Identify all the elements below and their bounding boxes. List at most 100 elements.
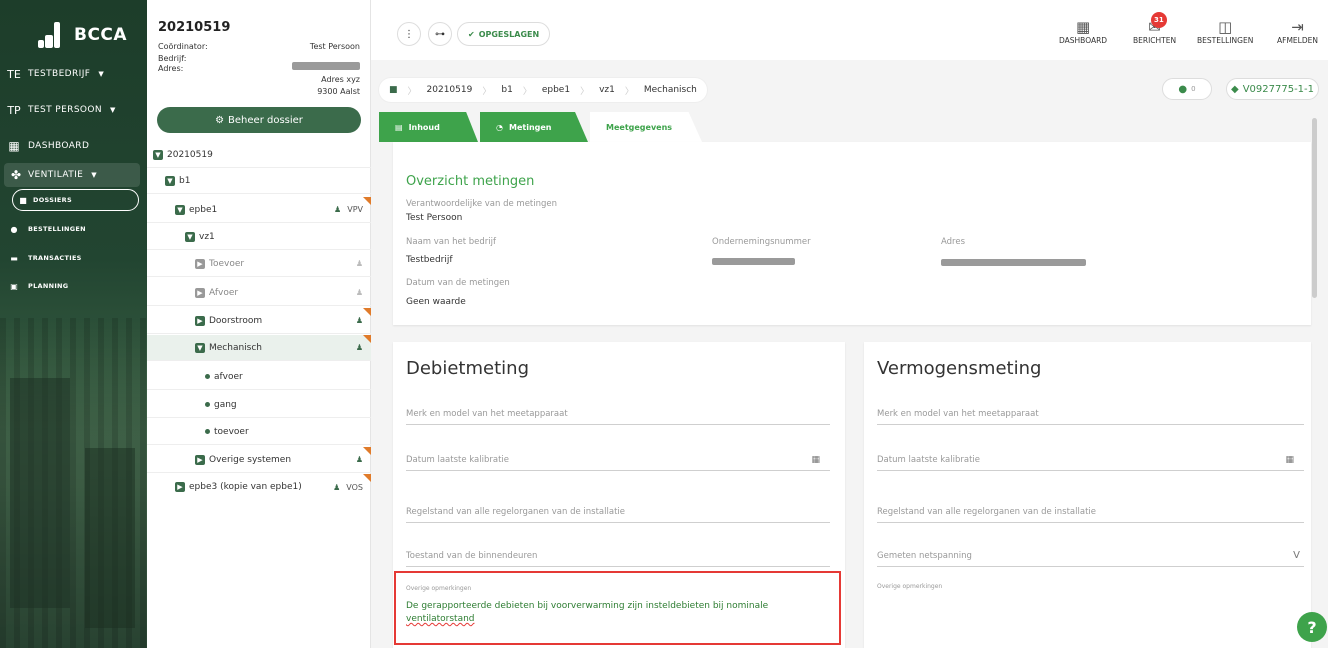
company-label: TESTBEDRIJF xyxy=(28,69,91,79)
breadcrumb-item[interactable]: Mechanisch xyxy=(644,85,697,95)
debiet-regelstand-input[interactable]: Regelstand van alle regelorganen van de … xyxy=(406,501,830,523)
tree-node[interactable]: ▶ Toevoer ♟ xyxy=(147,251,371,277)
tab-inhoud[interactable]: ▤ Inhoud xyxy=(379,112,478,142)
gears-icon: ⚙ xyxy=(215,114,225,126)
field-placeholder: Toestand van de binnendeuren xyxy=(406,550,538,561)
help-button[interactable]: ? xyxy=(1297,612,1327,642)
tree-node[interactable]: ▼ 20210519 xyxy=(147,142,371,168)
tag-button[interactable]: ◆ V0927775-1-1 xyxy=(1226,78,1319,100)
breadcrumb-item[interactable]: 20210519 xyxy=(427,85,473,95)
nav-berichten[interactable]: ✉31 BERICHTEN xyxy=(1133,12,1176,45)
sidebar-subitem-dossiers[interactable]: ■ DOSSIERS xyxy=(12,189,139,211)
flag-icon xyxy=(363,474,371,482)
company-selector[interactable]: TE TESTBEDRIJF ▼ xyxy=(0,62,147,86)
chevron-right-icon[interactable]: ▶ xyxy=(175,482,185,492)
bcca-logo[interactable]: BCCA xyxy=(38,22,127,48)
tab-label: Meetgegevens xyxy=(606,122,673,132)
cart-icon: ● xyxy=(10,224,18,234)
tag-icon: ◆ xyxy=(1230,83,1239,95)
vermogen-remarks-label: Overige opmerkingen xyxy=(877,583,943,590)
dashboard-icon: ▦ xyxy=(8,139,20,153)
company-label: Bedrijf: xyxy=(158,54,187,63)
tree-node-label: Doorstroom xyxy=(209,315,263,326)
calendar-icon[interactable]: ▦ xyxy=(811,455,820,465)
calendar-icon[interactable]: ▦ xyxy=(1285,455,1294,465)
tree-node[interactable]: ▼ epbe1 ♟ VPV xyxy=(147,197,371,223)
sidebar-item-ventilatie[interactable]: ✤ VENTILATIE ▼ xyxy=(4,163,140,187)
person-icon: ♟ xyxy=(355,343,363,352)
tab-metingen[interactable]: ◔ Metingen xyxy=(480,112,588,142)
folder-icon: ■ xyxy=(19,195,27,205)
tree-node-label: epbe3 (kopie van epbe1) xyxy=(189,482,302,492)
vermogen-device-input[interactable]: Merk en model van het meetapparaat xyxy=(877,403,1304,425)
breadcrumb-item[interactable]: vz1 xyxy=(599,85,615,95)
tree-node[interactable]: ▼ b1 xyxy=(147,168,371,194)
tab-meetgegevens[interactable]: Meetgegevens xyxy=(590,112,702,142)
chevron-down-icon[interactable]: ▼ xyxy=(195,342,205,353)
vermogen-regelstand-input[interactable]: Regelstand van alle regelorganen van de … xyxy=(877,501,1304,523)
unread-badge: 31 xyxy=(1150,12,1167,28)
vermogen-calibration-date-input[interactable]: Datum laatste kalibratie ▦ xyxy=(877,449,1304,471)
nav-bestellingen[interactable]: ◫ BESTELLINGEN xyxy=(1197,18,1253,45)
chevron-right-icon[interactable]: ▶ xyxy=(195,454,205,465)
comments-button[interactable]: ● 0 xyxy=(1162,78,1212,100)
vermogen-voltage-input[interactable]: Gemeten netspanning V xyxy=(877,545,1304,567)
sidebar-subitem-transacties[interactable]: ▬ TRANSACTIES xyxy=(0,247,147,269)
chevron-down-icon[interactable]: ▼ xyxy=(153,149,163,160)
scrollbar[interactable] xyxy=(1312,118,1317,298)
person-selector[interactable]: TP TEST PERSOON ▼ xyxy=(0,98,147,122)
tree-node-tag: VOS xyxy=(346,482,363,492)
document-icon: ▤ xyxy=(395,122,403,132)
debiet-doors-input[interactable]: Toestand van de binnendeuren xyxy=(406,545,830,567)
tree-node[interactable]: ▶ Overige systemen ♟ xyxy=(147,447,371,473)
tree-node-selected[interactable]: ▼ Mechanisch ♟ xyxy=(147,335,371,361)
vermogen-title: Vermogensmeting xyxy=(877,358,1042,379)
redacted-company xyxy=(292,62,360,70)
chevron-down-icon[interactable]: ▼ xyxy=(175,204,185,215)
more-options-button[interactable]: ⋮ xyxy=(397,22,421,46)
nav-afmelden[interactable]: ⇥ AFMELDEN xyxy=(1277,18,1318,45)
sidebar-subitem-bestellingen[interactable]: ● BESTELLINGEN xyxy=(0,218,147,240)
field-placeholder: Gemeten netspanning xyxy=(877,550,972,561)
responsible-value: Test Persoon xyxy=(406,213,463,223)
breadcrumb: ■ 〉 20210519 〉 b1 〉 epbe1 〉 vz1 〉 Mechan… xyxy=(379,78,707,102)
tree-node[interactable]: ▶ Doorstroom ♟ xyxy=(147,308,371,334)
tree-node[interactable]: ▼ vz1 xyxy=(147,224,371,250)
sidebar-subitem-label: TRANSACTIES xyxy=(28,254,82,262)
tree-node[interactable]: ▶ Afvoer ♟ xyxy=(147,280,371,306)
vermogen-card: Vermogensmeting Merk en model van het me… xyxy=(864,342,1311,648)
manage-dossier-button[interactable]: ⚙ Beheer dossier xyxy=(157,107,361,133)
chevron-down-icon[interactable]: ▼ xyxy=(185,231,195,242)
chevron-right-icon[interactable]: ▶ xyxy=(195,287,205,298)
tree-node-label: Overige systemen xyxy=(209,454,292,465)
sidebar-subitem-planning[interactable]: ▣ PLANNING xyxy=(0,275,147,297)
chevron-right-icon[interactable]: ▶ xyxy=(195,258,205,269)
saved-status-button[interactable]: ✔ OPGESLAGEN xyxy=(457,22,551,46)
breadcrumb-item[interactable]: epbe1 xyxy=(542,85,570,95)
field-placeholder: Datum laatste kalibratie xyxy=(406,454,509,465)
tree-leaf[interactable]: afvoer xyxy=(147,364,371,390)
tree-node[interactable]: ▶ epbe3 (kopie van epbe1) ♟ VOS xyxy=(147,474,371,500)
tree-leaf[interactable]: toevoer xyxy=(147,419,371,445)
debiet-calibration-date-input[interactable]: Datum laatste kalibratie ▦ xyxy=(406,449,830,471)
brand-name: BCCA xyxy=(74,25,128,45)
structure-button[interactable]: ⊶ xyxy=(428,22,452,46)
tree-node-label: 20210519 xyxy=(167,149,213,160)
breadcrumb-item[interactable]: b1 xyxy=(501,85,512,95)
sidebar-item-dashboard[interactable]: ▦ DASHBOARD xyxy=(0,134,147,158)
tree-leaf[interactable]: gang xyxy=(147,392,371,418)
help-label: ? xyxy=(1307,617,1317,637)
saved-label: OPGESLAGEN xyxy=(478,29,540,39)
debiet-device-input[interactable]: Merk en model van het meetapparaat xyxy=(406,403,830,425)
chevron-right-icon[interactable]: ▶ xyxy=(195,315,205,326)
field-placeholder: Merk en model van het meetapparaat xyxy=(877,408,1039,419)
debiet-remarks-textarea[interactable]: Overige opmerkingen De gerapporteerde de… xyxy=(394,571,841,645)
chevron-down-icon[interactable]: ▼ xyxy=(165,175,175,186)
nav-dashboard[interactable]: ▦ DASHBOARD xyxy=(1059,18,1107,45)
top-bar: ⋮ ⊶ ✔ OPGESLAGEN ▦ DASHBOARD ✉31 BERICHT… xyxy=(371,0,1328,60)
tree-node-tag: VPV xyxy=(347,205,363,214)
responsible-label: Verantwoordelijke van de metingen xyxy=(406,199,558,209)
tree-node-label: toevoer xyxy=(214,426,249,437)
wallet-icon: ◫ xyxy=(1218,18,1233,36)
address-label: Adres xyxy=(941,237,966,247)
